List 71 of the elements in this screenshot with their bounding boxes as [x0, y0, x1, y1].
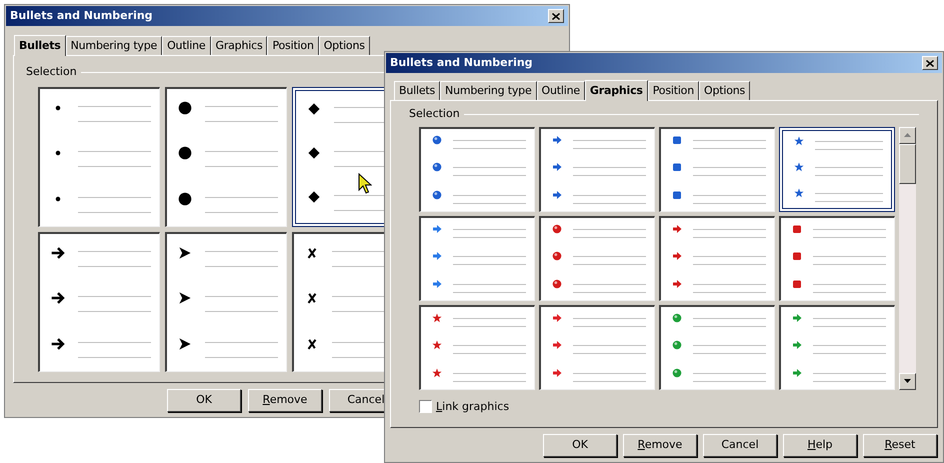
bullet-style-option[interactable]: [38, 232, 160, 372]
arrow-icon: [51, 337, 65, 352]
arrow-icon: [51, 291, 65, 306]
tab[interactable]: Options: [698, 81, 750, 100]
bullet-style-option[interactable]: [419, 216, 535, 300]
bullet-style-option[interactable]: [419, 304, 535, 390]
cross-icon: [305, 246, 319, 260]
bullet-style-option[interactable]: [779, 126, 895, 212]
preview-line: [815, 149, 883, 150]
tab[interactable]: Graphics: [584, 80, 648, 101]
close-button[interactable]: [922, 56, 938, 70]
arrowhead-icon: [178, 291, 192, 306]
close-icon: [926, 60, 934, 66]
bullet-style-option[interactable]: [539, 216, 655, 300]
checkbox-label: Link graphics: [436, 398, 510, 414]
bullet-style-option[interactable]: [659, 126, 775, 212]
bullet-style-option[interactable]: [38, 86, 160, 226]
scroll-up-icon: [904, 133, 911, 137]
tab[interactable]: Options: [318, 36, 370, 55]
preview-line: [815, 200, 883, 202]
scroll-thumb[interactable]: [899, 144, 916, 184]
diamond-icon: [307, 146, 321, 160]
preview-line: [815, 141, 883, 142]
bullet-style-option[interactable]: [165, 232, 287, 372]
dialog-button[interactable]: Cancel: [703, 434, 777, 457]
dot-icon: [178, 192, 192, 206]
bullet-style-option[interactable]: [659, 304, 775, 390]
window-title: Bullets and Numbering: [10, 8, 153, 24]
scrollbar[interactable]: [899, 126, 916, 390]
tab[interactable]: Bullets: [394, 81, 440, 100]
preview-line: [815, 192, 883, 194]
bullet-style-option[interactable]: [539, 126, 655, 212]
tab[interactable]: Numbering type: [66, 36, 162, 55]
dialog-button[interactable]: Reset: [863, 434, 937, 457]
close-icon: [552, 12, 560, 20]
bullet-style-option[interactable]: [419, 126, 535, 212]
diamond-icon: [307, 102, 321, 116]
bullet-style-option[interactable]: [165, 86, 287, 226]
diamond-icon: [307, 190, 321, 204]
dialog-button[interactable]: OK: [543, 434, 617, 457]
arrow-icon: [51, 246, 65, 260]
arrowhead-icon: [178, 246, 192, 260]
preview-line: [815, 174, 883, 176]
dialog-button[interactable]: Remove: [248, 389, 322, 412]
tab[interactable]: Position: [648, 81, 699, 100]
bullet-style-option[interactable]: [779, 216, 895, 300]
bullet-style-option[interactable]: [659, 216, 775, 300]
bullet-style-option[interactable]: [779, 304, 895, 390]
tab[interactable]: Outline: [162, 36, 210, 55]
tab[interactable]: Outline: [536, 81, 585, 100]
tab[interactable]: Position: [267, 36, 319, 55]
dialog-button[interactable]: Remove: [623, 434, 697, 457]
dialog-button[interactable]: Help: [783, 434, 857, 457]
cross-icon: [305, 337, 319, 352]
bullet-style-option[interactable]: [539, 304, 655, 390]
cross-icon: [305, 291, 319, 306]
arrowhead-icon: [178, 337, 192, 352]
tab[interactable]: Bullets: [14, 35, 66, 56]
preview-line: [815, 166, 883, 168]
tab[interactable]: Graphics: [210, 36, 268, 55]
tab[interactable]: Numbering type: [440, 81, 537, 100]
section-label: Selection: [26, 64, 77, 80]
close-button[interactable]: [548, 9, 564, 23]
dot-icon: [178, 146, 192, 160]
scroll-down-icon: [904, 379, 911, 383]
dialog-button[interactable]: OK: [167, 389, 241, 412]
checkbox[interactable]: [419, 400, 432, 414]
mouse-pointer-icon: [358, 173, 372, 195]
dot-icon: [178, 100, 192, 115]
section-label: Selection: [409, 106, 460, 122]
window-title: Bullets and Numbering: [390, 54, 533, 71]
